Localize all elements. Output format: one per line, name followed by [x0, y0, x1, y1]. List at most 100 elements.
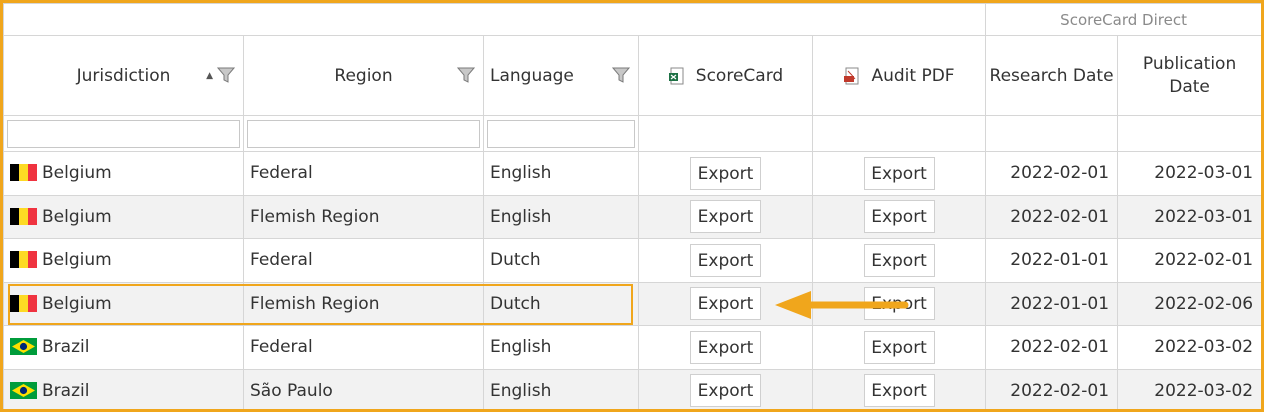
scorecard-export-button[interactable]: Export	[690, 330, 761, 364]
jurisdiction-cell: Belgium	[3, 281, 244, 326]
jurisdiction-text: Belgium	[42, 250, 112, 271]
scorecard-grid-frame: ScoreCard Direct Jurisdiction ▲ Region L…	[0, 0, 1264, 412]
table-row[interactable]: Belgium Federal English Export Export 2022-02…	[3, 151, 1261, 196]
language-cell: English	[483, 151, 639, 196]
publication-date-cell: 2022-02-01	[1117, 238, 1261, 283]
filter-cell-empty	[638, 115, 813, 152]
column-header-label: ScoreCard	[695, 65, 784, 86]
column-header-audit-pdf: Audit PDF	[811, 35, 987, 116]
region-cell: Federal	[243, 238, 484, 283]
language-cell: English	[483, 325, 639, 370]
pdf-file-icon	[844, 67, 859, 84]
region-cell: Federal	[243, 151, 484, 196]
audit-pdf-export-button[interactable]: Export	[863, 243, 935, 277]
callout-arrow-icon	[775, 291, 909, 319]
publication-date-cell: 2022-03-01	[1117, 151, 1261, 196]
jurisdiction-text: Belgium	[42, 163, 112, 184]
column-header-row: Jurisdiction ▲ Region Language ScoreCard…	[3, 35, 1261, 116]
column-header-label: Jurisdiction	[76, 65, 171, 86]
scorecard-export-button[interactable]: Export	[690, 156, 761, 190]
jurisdiction-cell: Brazil	[3, 325, 244, 370]
brazil-flag-icon	[10, 338, 37, 356]
belgium-flag-icon	[10, 207, 37, 225]
scorecard-table: ScoreCard Direct Jurisdiction ▲ Region L…	[3, 3, 1261, 409]
audit-pdf-export-button[interactable]: Export	[863, 200, 935, 234]
audit-pdf-export-button[interactable]: Export	[863, 330, 935, 364]
scorecard-cell: Export	[638, 194, 813, 239]
jurisdiction-text: Brazil	[42, 380, 90, 401]
scorecard-cell: Export	[638, 151, 813, 196]
group-header-label: ScoreCard Direct	[985, 3, 1261, 36]
column-header-label: Language	[490, 65, 574, 86]
audit-pdf-export-button[interactable]: Export	[863, 374, 935, 408]
publication-date-cell: 2022-03-02	[1117, 325, 1261, 370]
scorecard-export-button[interactable]: Export	[690, 243, 761, 277]
jurisdiction-text: Belgium	[42, 206, 112, 227]
filter-cell-language	[483, 115, 639, 152]
audit-cell: Export	[811, 151, 987, 196]
column-header-research-date: Research Date	[985, 35, 1119, 116]
table-body: Belgium Federal English Export Export 2022-02…	[3, 151, 1261, 409]
audit-cell: Export	[811, 194, 987, 239]
jurisdiction-cell: Belgium	[3, 238, 244, 283]
audit-cell: Export	[811, 368, 987, 409]
jurisdiction-cell: Belgium	[3, 194, 244, 239]
language-cell: English	[483, 194, 639, 239]
filter-cell-jurisdiction	[3, 115, 244, 152]
scorecard-cell: Export	[638, 368, 813, 409]
filter-funnel-icon[interactable]	[217, 66, 235, 84]
table-row[interactable]: BelgiumFlemish RegionDutchExportExport20…	[3, 281, 1261, 326]
publication-date-cell: 2022-03-01	[1117, 194, 1261, 239]
jurisdiction-cell: Belgium	[3, 151, 244, 196]
jurisdiction-filter-input[interactable]	[7, 119, 240, 148]
research-date-cell: 2022-01-01	[985, 238, 1119, 283]
belgium-flag-icon	[10, 251, 37, 269]
filter-cell-empty	[1117, 115, 1261, 152]
audit-cell: Export	[811, 325, 987, 370]
excel-file-icon	[668, 67, 684, 84]
scorecard-export-button[interactable]: Export	[690, 200, 761, 234]
region-cell: Federal	[243, 325, 484, 370]
language-cell: English	[483, 368, 639, 409]
research-date-cell: 2022-02-01	[985, 368, 1119, 409]
column-header-scorecard: ScoreCard	[638, 35, 813, 116]
belgium-flag-icon	[10, 294, 37, 312]
jurisdiction-text: Belgium	[42, 293, 112, 314]
table-row[interactable]: Brazil Federal English Export Export 2022-02-…	[3, 325, 1261, 370]
region-filter-input[interactable]	[247, 119, 480, 148]
publication-date-cell: 2022-03-02	[1117, 368, 1261, 409]
audit-cell: Export	[811, 238, 987, 283]
group-header-spacer	[3, 3, 987, 36]
jurisdiction-cell: Brazil	[3, 368, 244, 409]
column-header-jurisdiction[interactable]: Jurisdiction ▲	[3, 35, 244, 116]
scorecard-cell: Export	[638, 238, 813, 283]
scorecard-export-button[interactable]: Export	[690, 287, 761, 321]
filter-funnel-icon[interactable]	[457, 66, 475, 84]
filter-cell-empty	[985, 115, 1119, 152]
brazil-flag-icon	[10, 381, 37, 399]
column-header-language[interactable]: Language	[483, 35, 639, 116]
language-cell: Dutch	[483, 238, 639, 283]
table-row[interactable]: Brazil São Paulo English Export Export 2022-0…	[3, 368, 1261, 409]
filter-funnel-icon[interactable]	[612, 66, 630, 84]
scorecard-export-button[interactable]: Export	[690, 374, 761, 408]
group-header-row: ScoreCard Direct	[3, 3, 1261, 36]
scorecard-cell: Export	[638, 325, 813, 370]
filter-cell-region	[243, 115, 484, 152]
column-header-region[interactable]: Region	[243, 35, 484, 116]
region-cell: São Paulo	[243, 368, 484, 409]
column-header-publication-date: Publication Date	[1117, 35, 1261, 116]
belgium-flag-icon	[10, 164, 37, 182]
filter-row	[3, 115, 1261, 152]
audit-pdf-export-button[interactable]: Export	[863, 156, 935, 190]
table-row[interactable]: Belgium Flemish Region English Export Export…	[3, 194, 1261, 239]
language-cell: Dutch	[483, 281, 639, 326]
table-row[interactable]: Belgium Federal Dutch Export Export 2022-01-0…	[3, 238, 1261, 283]
column-header-label-line2: Date	[1169, 76, 1210, 97]
region-cell: Flemish Region	[243, 281, 484, 326]
language-filter-input[interactable]	[487, 119, 635, 148]
research-date-cell: 2022-02-01	[985, 325, 1119, 370]
column-header-label-line1: Publication	[1142, 53, 1237, 74]
column-header-label: Research Date	[989, 65, 1114, 86]
sort-ascending-icon[interactable]: ▲	[206, 71, 213, 81]
